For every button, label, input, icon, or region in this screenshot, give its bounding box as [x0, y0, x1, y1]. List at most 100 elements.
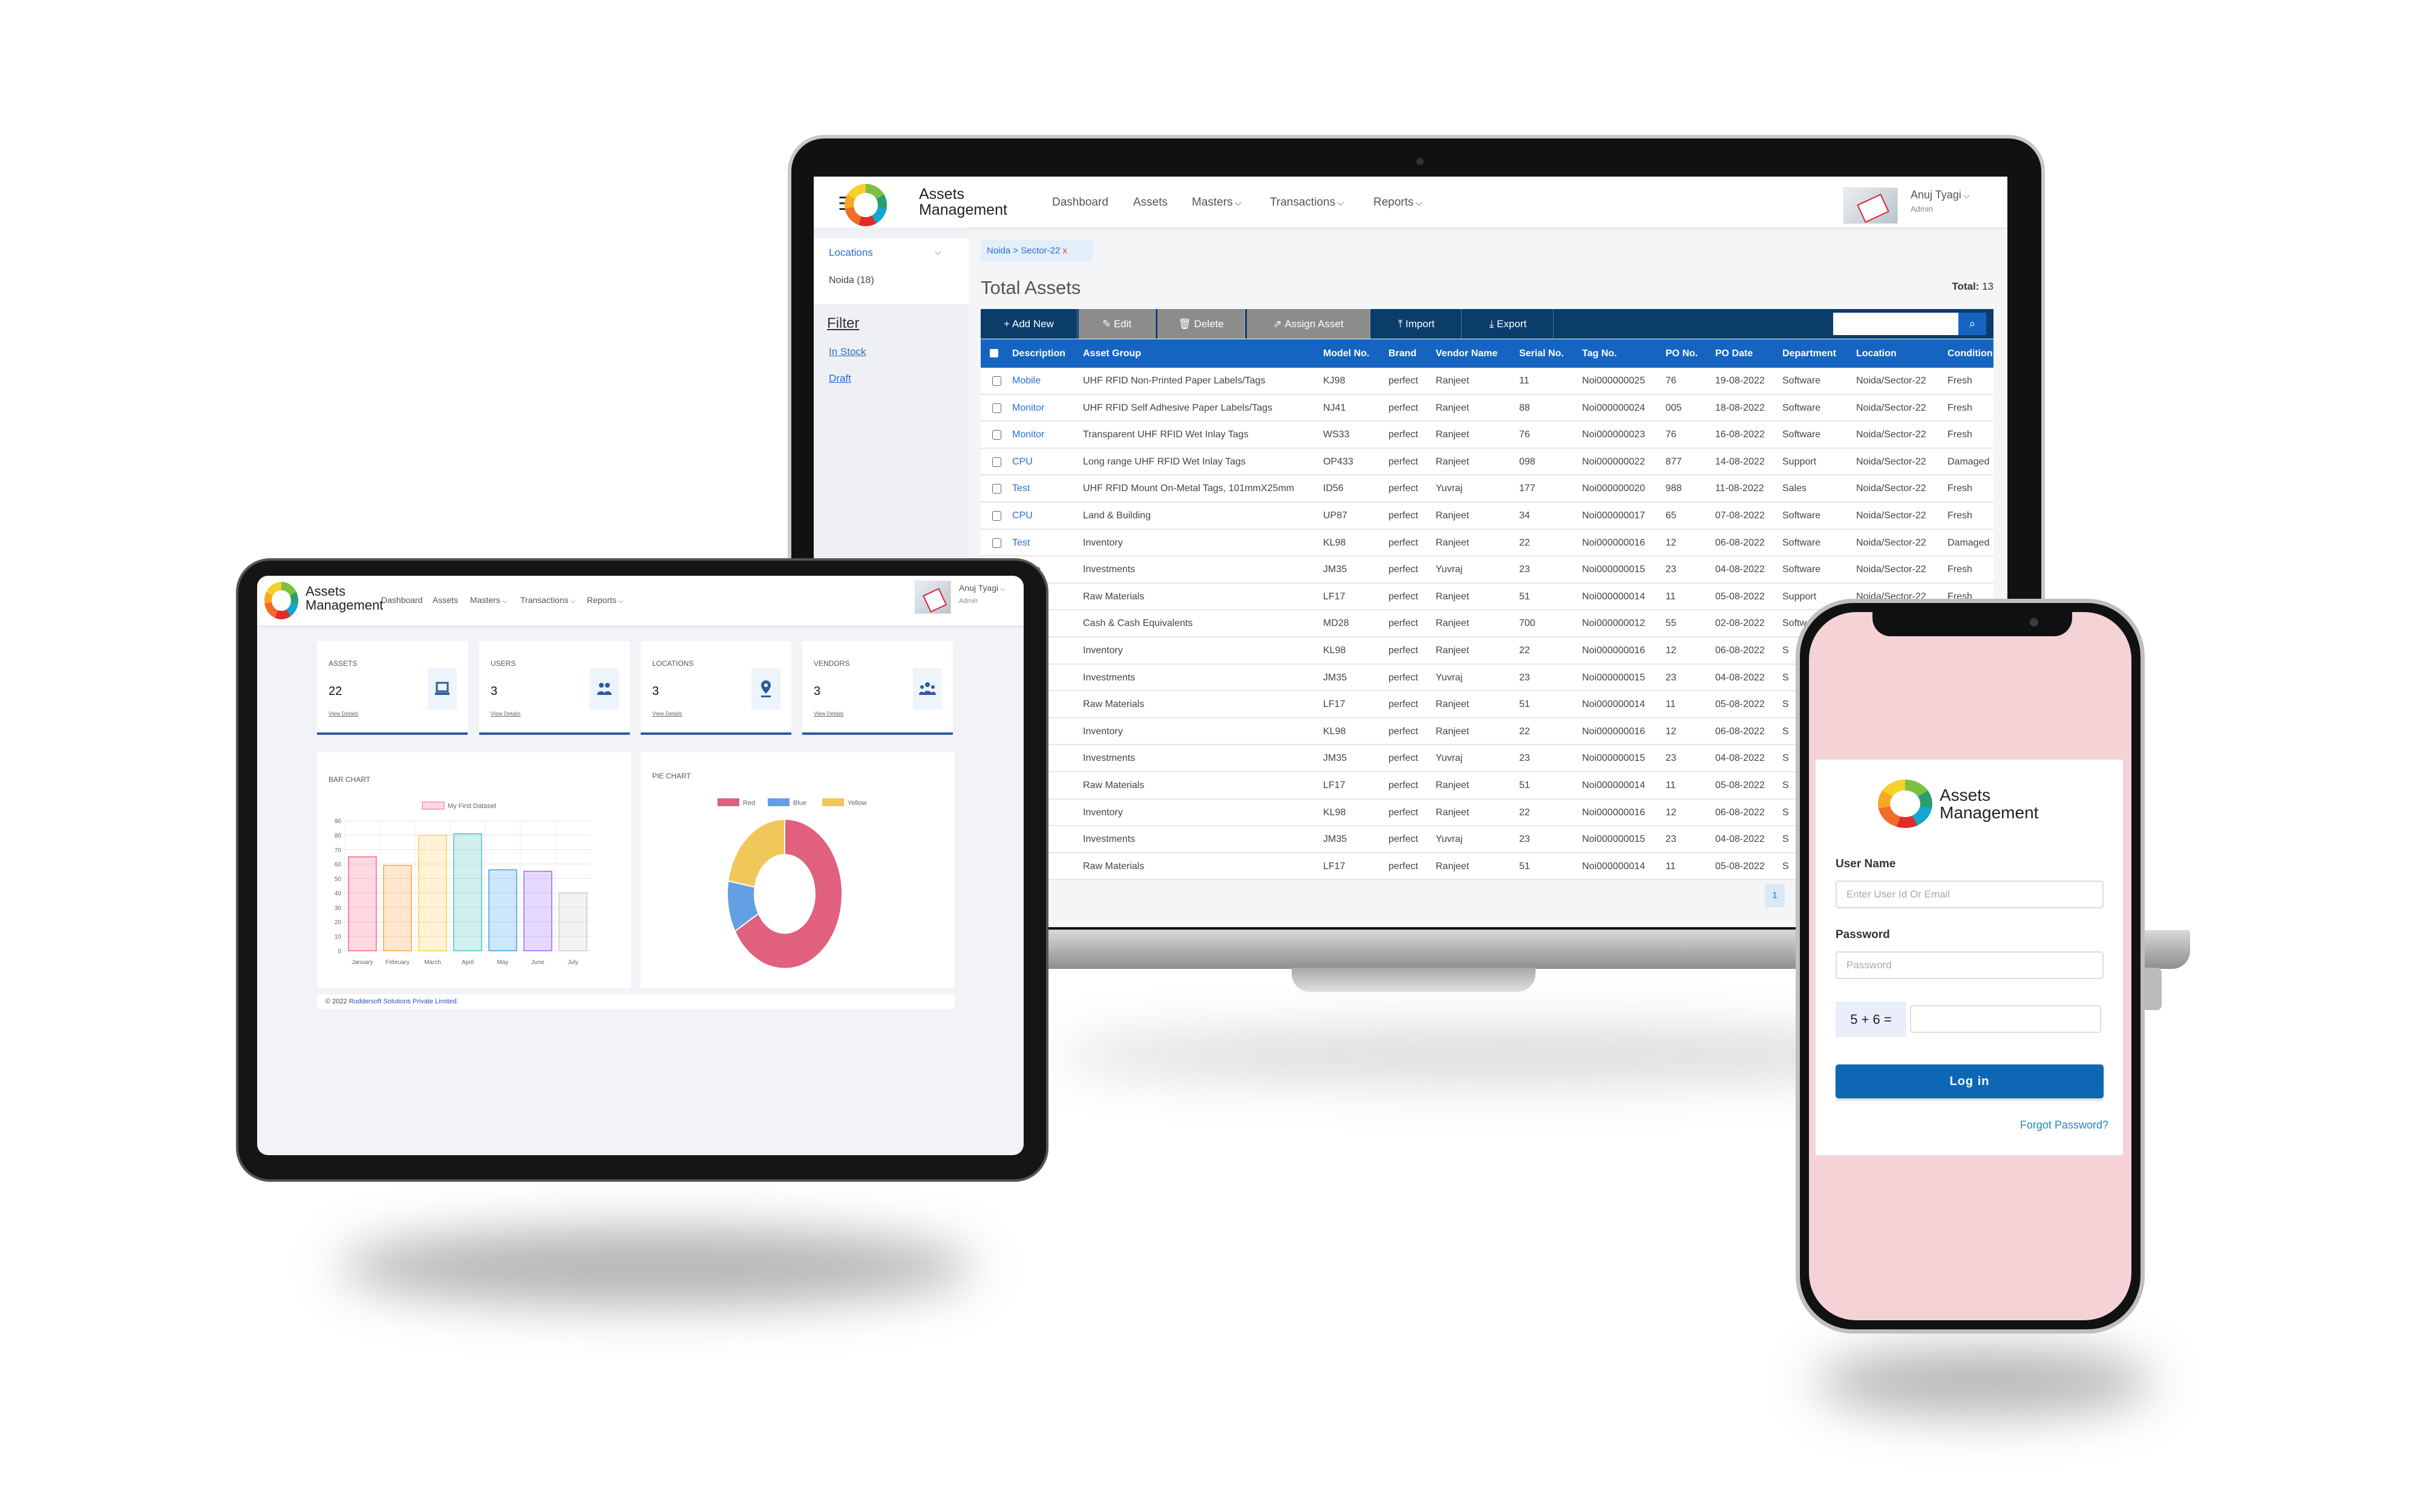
column-header[interactable]: PO Date	[1715, 341, 1753, 367]
table-cell: 700	[1519, 618, 1535, 629]
nav-transactions[interactable]: Transactions ⌵	[1270, 196, 1344, 209]
table-cell: Noi000000014	[1582, 591, 1646, 602]
row-checkbox[interactable]	[992, 457, 1001, 467]
nav-reports[interactable]: Reports ⌵	[1373, 196, 1422, 209]
row-checkbox[interactable]	[992, 403, 1001, 413]
column-header[interactable]: Asset Group	[1083, 341, 1141, 367]
table-cell: Ranjeet	[1436, 510, 1470, 521]
nav-masters[interactable]: Masters ⌵	[470, 595, 507, 605]
table-cell: Raw Materials	[1083, 780, 1145, 790]
table-cell: Inventory	[1083, 807, 1123, 818]
card-value: 3	[814, 685, 821, 698]
close-icon[interactable]: x	[1063, 246, 1068, 256]
table-cell: 02-08-2022	[1715, 618, 1765, 629]
delete-button[interactable]: 🗑 Delete	[1157, 309, 1245, 339]
table-row[interactable]: CPU Land & Building UP87 perfect Ranjeet 34 No…	[981, 503, 1993, 530]
column-header[interactable]: PO No.	[1666, 341, 1698, 367]
chevron-down-icon[interactable]: ⌵	[935, 247, 941, 257]
table-cell: perfect	[1388, 618, 1418, 629]
description-link[interactable]: Test	[1012, 475, 1030, 502]
user-role: Admin	[959, 598, 978, 605]
table-row[interactable]: Mobile UHF RFID Non-Printed Paper Labels/…	[981, 368, 1993, 395]
nav-dashboard[interactable]: Dashboard	[1052, 196, 1108, 209]
column-header[interactable]: Vendor Name	[1436, 341, 1497, 367]
column-header[interactable]: Model No.	[1323, 341, 1369, 367]
password-input[interactable]: Password	[1836, 951, 2104, 979]
column-header[interactable]: Condition	[1947, 341, 1993, 367]
select-all-checkbox[interactable]	[990, 349, 998, 357]
y-tick-label: 20	[335, 919, 342, 926]
nav-transactions-label: Transactions	[520, 595, 569, 605]
nav-dashboard[interactable]: Dashboard	[381, 595, 423, 605]
table-cell: Sales	[1782, 483, 1807, 494]
stat-card-users: USERS 3 View Details	[479, 641, 630, 735]
table-row[interactable]: Monitor UHF RFID Self Adhesive Paper Labe…	[981, 394, 1993, 422]
legend-label: My First Dataset	[448, 803, 496, 810]
avatar[interactable]	[915, 581, 951, 614]
username-input[interactable]: Enter User Id Or Email	[1836, 881, 2104, 908]
pagination-page[interactable]: 1	[1765, 884, 1785, 907]
table-row[interactable]: Monitor Transparent UHF RFID Wet Inlay Ta…	[981, 422, 1993, 449]
edit-button[interactable]: ✎ Edit	[1079, 309, 1156, 339]
column-header[interactable]: Description	[1012, 341, 1065, 367]
edit-label: Edit	[1113, 318, 1132, 330]
nav-assets[interactable]: Assets	[433, 595, 458, 605]
table-row[interactable]: Test UHF RFID Mount On-Metal Tags, 101mmX…	[981, 475, 1993, 503]
view-details-link[interactable]: View Details	[491, 711, 520, 717]
table-cell: 988	[1666, 483, 1682, 494]
view-details-link[interactable]: View Details	[652, 711, 682, 717]
table-row[interactable]: MobileInvestmentsJM35perfectYuvraj23Noi0…	[981, 556, 1993, 584]
nav-masters[interactable]: Masters ⌵	[1192, 196, 1241, 209]
table-cell: Damaged	[1947, 537, 1990, 548]
table-cell: 05-08-2022	[1715, 780, 1765, 790]
description-link[interactable]: Test	[1012, 530, 1030, 556]
login-button[interactable]: Log in	[1836, 1064, 2104, 1098]
row-checkbox[interactable]	[992, 484, 1001, 494]
column-header[interactable]: Department	[1782, 341, 1836, 367]
location-item-noida[interactable]: Noida (18)	[829, 275, 874, 286]
table-row[interactable]: Test Inventory KL98 perfect Ranjeet 22 Noi0000…	[981, 529, 1993, 557]
search-input[interactable]	[1833, 313, 1958, 335]
column-header[interactable]: Brand	[1388, 341, 1416, 367]
row-checkbox[interactable]	[992, 511, 1001, 521]
table-cell: Noi000000012	[1582, 618, 1646, 629]
description-link[interactable]: Monitor	[1012, 395, 1044, 422]
table-cell: JM35	[1323, 564, 1347, 575]
stat-card-assets: ASSETS 22 View Details	[317, 641, 468, 735]
table-cell: 76	[1519, 429, 1530, 440]
company-link[interactable]: Ruddersoft Solutions Private Limited.	[349, 998, 459, 1005]
view-details-link[interactable]: View Details	[814, 711, 843, 717]
view-details-link[interactable]: View Details	[329, 711, 358, 717]
description-link[interactable]: Mobile	[1012, 368, 1041, 394]
add-new-button[interactable]: + Add New	[981, 309, 1078, 339]
user-menu[interactable]: Anuj Tyagi ⌵	[959, 583, 1006, 593]
row-checkbox[interactable]	[992, 430, 1001, 440]
nav-assets[interactable]: Assets	[1133, 196, 1168, 209]
row-checkbox[interactable]	[992, 538, 1001, 548]
locations-dropdown[interactable]: Locations	[829, 247, 873, 259]
export-button[interactable]: ⤓ Export	[1463, 309, 1554, 339]
column-header[interactable]: Serial No.	[1519, 341, 1564, 367]
import-button[interactable]: ⤒ Import	[1372, 309, 1462, 339]
filter-draft[interactable]: Draft	[829, 373, 851, 385]
description-link[interactable]: CPU	[1012, 503, 1033, 529]
filter-in-stock[interactable]: In Stock	[829, 346, 866, 358]
description-link[interactable]: Monitor	[1012, 422, 1044, 448]
column-header[interactable]: Tag No.	[1582, 341, 1617, 367]
nav-transactions[interactable]: Transactions ⌵	[520, 595, 575, 605]
row-checkbox[interactable]	[992, 376, 1001, 386]
captcha-input[interactable]	[1910, 1005, 2101, 1033]
column-header[interactable]: Location	[1856, 341, 1897, 367]
assign-asset-button[interactable]: ⇗ Assign Asset	[1247, 309, 1370, 339]
user-menu[interactable]: Anuj Tyagi ⌵	[1911, 189, 1970, 201]
total-label: Total:	[1952, 281, 1980, 292]
table-row[interactable]: CPU Long range UHF RFID Wet Inlay Tags OP4…	[981, 448, 1993, 476]
forgot-password-link[interactable]: Forgot Password?	[2020, 1119, 2108, 1132]
table-cell: perfect	[1388, 699, 1418, 710]
x-tick-label: January	[352, 959, 373, 966]
description-link[interactable]: CPU	[1012, 449, 1033, 475]
search-button[interactable]: ⌕	[1958, 313, 1986, 335]
avatar[interactable]	[1843, 187, 1898, 224]
nav-reports[interactable]: Reports ⌵	[587, 595, 624, 605]
table-cell: 11	[1666, 699, 1676, 710]
